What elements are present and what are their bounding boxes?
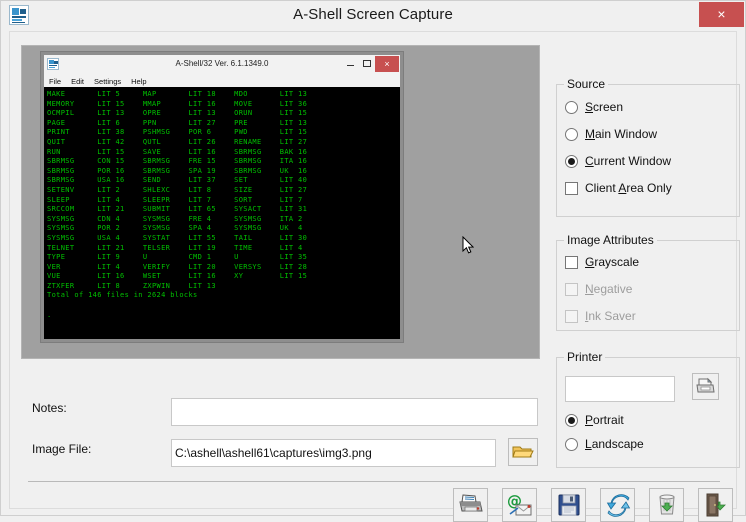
terminal-line: Total of 146 files in 2624 blocks	[47, 291, 400, 301]
checkbox-icon	[565, 256, 578, 269]
captured-window-menubar: FileEditSettingsHelp	[44, 73, 400, 87]
radio-source-main-window-label: Main Window	[585, 127, 657, 141]
dialog-client-area: A-Shell/32 Ver. 6.1.1349.0 FileEditSetti…	[9, 31, 737, 509]
image-attributes-caption: Image Attributes	[564, 233, 657, 247]
close-icon: ×	[699, 2, 744, 27]
terminal-line: VUE LIT 16 WSET LIT 16 XY LIT 15	[47, 272, 400, 282]
checkbox-icon	[565, 310, 578, 323]
terminal-line: VER LIT 4 VERIFY LIT 20 VERSYS LIT 28	[47, 263, 400, 273]
terminal-line: MEMORY LIT 15 MMAP LIT 16 MOVE LIT 36	[47, 100, 400, 110]
radio-source-current-window-label: Current Window	[585, 154, 671, 168]
terminal-line: PRINT LIT 38 PSHMSG POR 6 PWD LIT 15	[47, 128, 400, 138]
checkbox-icon	[565, 182, 578, 195]
notes-label: Notes:	[32, 401, 67, 415]
captured-window-buttons	[343, 56, 399, 72]
exit-door-icon	[704, 493, 728, 517]
terminal-line: TYPE LIT 9 U CMD 1 U LIT 35	[47, 253, 400, 263]
close-icon	[375, 56, 399, 72]
save-button[interactable]	[551, 488, 586, 522]
print-button[interactable]	[453, 488, 488, 522]
minimize-icon	[343, 56, 359, 72]
source-group-caption: Source	[564, 77, 608, 91]
screen-capture-dialog: A-Shell Screen Capture × A-Shell/32 Ver.…	[0, 0, 746, 516]
terminal-line: SBRMSG USA 16 SEND LIT 37 SET LIT 40	[47, 176, 400, 186]
radio-icon	[565, 155, 578, 168]
terminal-output: MAKE LIT 5 MAP LIT 18 MDO LIT 13MEMORY L…	[44, 87, 400, 339]
printer-group-caption: Printer	[564, 350, 605, 364]
printer-icon	[695, 377, 716, 396]
window-title: A-Shell Screen Capture	[1, 1, 745, 29]
terminal-line: SETENV LIT 2 SHLEXC LIT 8 SIZE LIT 27	[47, 186, 400, 196]
checkbox-grayscale-label: Grayscale	[585, 255, 639, 269]
image-file-input[interactable]	[171, 439, 496, 467]
terminal-line: PAGE LIT 6 PPN LIT 27 PRE LIT 13	[47, 119, 400, 129]
capture-preview-pane[interactable]: A-Shell/32 Ver. 6.1.1349.0 FileEditSetti…	[21, 45, 540, 359]
window-close-button[interactable]: ×	[699, 2, 744, 27]
radio-source-screen-label: Screen	[585, 100, 623, 114]
printer-icon	[457, 493, 485, 517]
radio-landscape-label: Landscape	[585, 437, 644, 451]
terminal-line: TELNET LIT 21 TELSER LIT 19 TIME LIT 4	[47, 244, 400, 254]
image-file-label: Image File:	[32, 442, 91, 456]
terminal-line: SRCCOM LIT 21 SUBMIT LIT 65 SYSACT LIT 3…	[47, 205, 400, 215]
folder-icon	[512, 444, 534, 460]
image-attributes-group: Image Attributes	[556, 240, 740, 331]
checkbox-client-area-only-label: Client Area Only	[585, 181, 672, 195]
captured-window-title-bar: A-Shell/32 Ver. 6.1.1349.0	[44, 55, 400, 73]
checkbox-negative-label: Negative	[585, 282, 632, 296]
refresh-icon	[605, 493, 631, 517]
maximize-icon	[359, 56, 375, 72]
toolbar-separator	[28, 481, 720, 482]
delete-button[interactable]	[649, 488, 684, 522]
terminal-line: SLEEP LIT 4 SLEEPR LIT 7 SORT LIT 7	[47, 196, 400, 206]
email-button[interactable]: @	[502, 488, 537, 522]
terminal-line	[47, 301, 400, 311]
captured-window-image: A-Shell/32 Ver. 6.1.1349.0 FileEditSetti…	[40, 51, 404, 343]
recapture-button[interactable]	[600, 488, 635, 522]
terminal-line: SBRMSG POR 16 SBRMSG SPA 19 SBRMSG UK 16	[47, 167, 400, 177]
radio-portrait-label: Portrait	[585, 413, 624, 427]
exit-button[interactable]	[698, 488, 733, 522]
browse-file-button[interactable]	[508, 438, 538, 466]
terminal-line: .	[47, 311, 400, 321]
select-printer-button[interactable]	[692, 373, 719, 400]
terminal-line: SYSMSG USA 4 SYSTAT LIT 55 TAIL LIT 30	[47, 234, 400, 244]
radio-icon	[565, 414, 578, 427]
notes-input[interactable]	[171, 398, 538, 426]
terminal-line: SYSMSG CDN 4 SYSMSG FRE 4 SYSMSG ITA 2	[47, 215, 400, 225]
terminal-line: SBRMSG CON 15 SBRMSG FRE 15 SBRMSG ITA 1…	[47, 157, 400, 167]
checkbox-ink-saver-label: Ink Saver	[585, 309, 636, 323]
trash-icon	[655, 493, 679, 517]
source-group: Source	[556, 84, 740, 217]
terminal-line: MAKE LIT 5 MAP LIT 18 MDO LIT 13	[47, 90, 400, 100]
radio-icon	[565, 128, 578, 141]
title-bar: A-Shell Screen Capture ×	[1, 1, 745, 29]
radio-icon	[565, 438, 578, 451]
checkbox-icon	[565, 283, 578, 296]
terminal-line: SYSMSG POR 2 SYSMSG SPA 4 SYSMSG UK 4	[47, 224, 400, 234]
terminal-line: ZTXFER LIT 8 ZXPWIN LIT 13	[47, 282, 400, 292]
floppy-disk-icon	[557, 493, 581, 517]
radio-icon	[565, 101, 578, 114]
terminal-line: OCMPIL LIT 13 OPRE LIT 13 ORUN LIT 15	[47, 109, 400, 119]
terminal-line: QUIT LIT 42 QUTL LIT 26 RENAME LIT 27	[47, 138, 400, 148]
printer-name-input[interactable]	[565, 376, 675, 402]
mouse-cursor-icon	[462, 236, 474, 255]
terminal-line: RUN LIT 15 SAVE LIT 16 SBRMSG BAK 16	[47, 148, 400, 158]
email-icon: @	[506, 493, 534, 517]
